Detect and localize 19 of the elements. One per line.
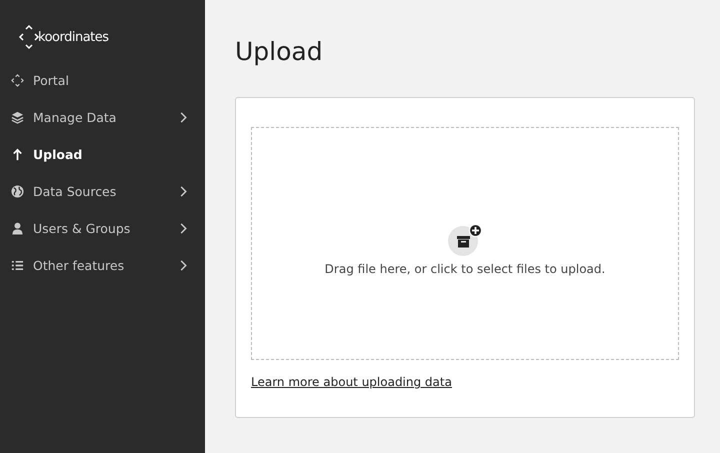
- nav-item[interactable]: Users & Groups: [0, 210, 205, 247]
- logo-icon: [18, 24, 40, 50]
- layers-icon: [11, 111, 24, 124]
- portal-icon: [11, 74, 24, 87]
- add-box-icon: [448, 224, 482, 256]
- dropzone-text: Drag file here, or click to select files to upload.: [324, 262, 606, 276]
- nav-item[interactable]: Manage Data: [0, 99, 205, 136]
- list-icon: [11, 259, 24, 272]
- dropzone[interactable]: Drag file here, or click to select files to upload.: [251, 127, 679, 360]
- globe-icon: [11, 185, 24, 198]
- user-icon: [11, 222, 24, 235]
- nav-item[interactable]: Data Sources: [0, 173, 205, 210]
- nav-item[interactable]: Portal: [0, 62, 205, 99]
- page-title: Upload: [235, 37, 324, 68]
- nav-item[interactable]: Other features: [0, 247, 205, 284]
- nav-item[interactable]: Upload: [0, 136, 205, 173]
- up-arrow-icon: [11, 148, 24, 161]
- learn-more-link[interactable]: Learn more about uploading data: [251, 375, 452, 389]
- logo-text[interactable]: koordinates: [38, 30, 109, 44]
